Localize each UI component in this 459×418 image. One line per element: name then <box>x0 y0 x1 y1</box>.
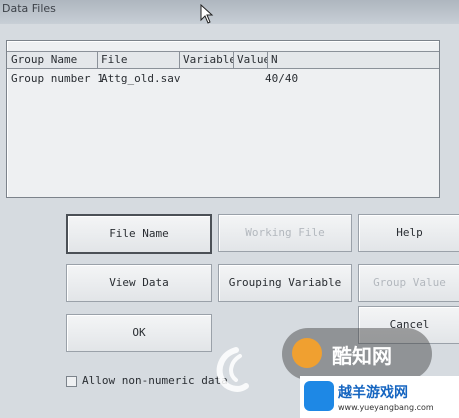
watermark-brand-text: 酷知网 <box>332 344 392 368</box>
ok-button[interactable]: OK <box>66 314 212 352</box>
grid-header: Group Name File Variable Value N <box>7 51 439 69</box>
column-header-n[interactable]: N <box>267 52 439 68</box>
group-value-button[interactable]: Group Value <box>358 264 459 302</box>
title-bar: Data Files <box>0 0 459 24</box>
window-title: Data Files <box>2 2 56 15</box>
cell-group-name: Group number 1 <box>11 72 104 85</box>
help-button[interactable]: Help <box>358 214 459 252</box>
column-header-variable[interactable]: Variable <box>179 52 234 68</box>
cell-file: Attg_old.sav <box>101 72 181 85</box>
data-files-grid[interactable]: Group Name File Variable Value N Group n… <box>6 40 440 198</box>
working-file-button[interactable]: Working File <box>218 214 352 252</box>
watermark-swirl-icon <box>216 347 249 392</box>
file-name-button[interactable]: File Name <box>66 214 212 254</box>
table-row[interactable]: Group number 1 Attg_old.sav 40/40 <box>7 71 439 87</box>
allow-non-numeric-checkbox[interactable] <box>66 376 77 387</box>
view-data-button[interactable]: View Data <box>66 264 212 302</box>
watermark-site-url: www.yueyangbang.com <box>338 403 434 412</box>
watermark-site-logo-icon <box>304 381 334 411</box>
cell-variable <box>179 71 183 87</box>
watermark-site-name: 越羊游戏网 <box>338 385 408 401</box>
cell-n: 40/40 <box>265 72 299 85</box>
grouping-variable-button[interactable]: Grouping Variable <box>218 264 352 302</box>
allow-non-numeric-label: Allow non-numeric data <box>82 374 228 387</box>
watermark-brand: 酷知网 <box>282 328 432 380</box>
column-header-group-name[interactable]: Group Name <box>7 52 98 68</box>
cell-value <box>233 71 237 87</box>
watermark-site: 越羊游戏网 www.yueyangbang.com <box>300 376 459 418</box>
column-header-file[interactable]: File <box>97 52 180 68</box>
mouse-cursor-icon <box>200 4 214 24</box>
watermark-logo-icon <box>292 338 322 368</box>
column-header-value[interactable]: Value <box>233 52 268 68</box>
